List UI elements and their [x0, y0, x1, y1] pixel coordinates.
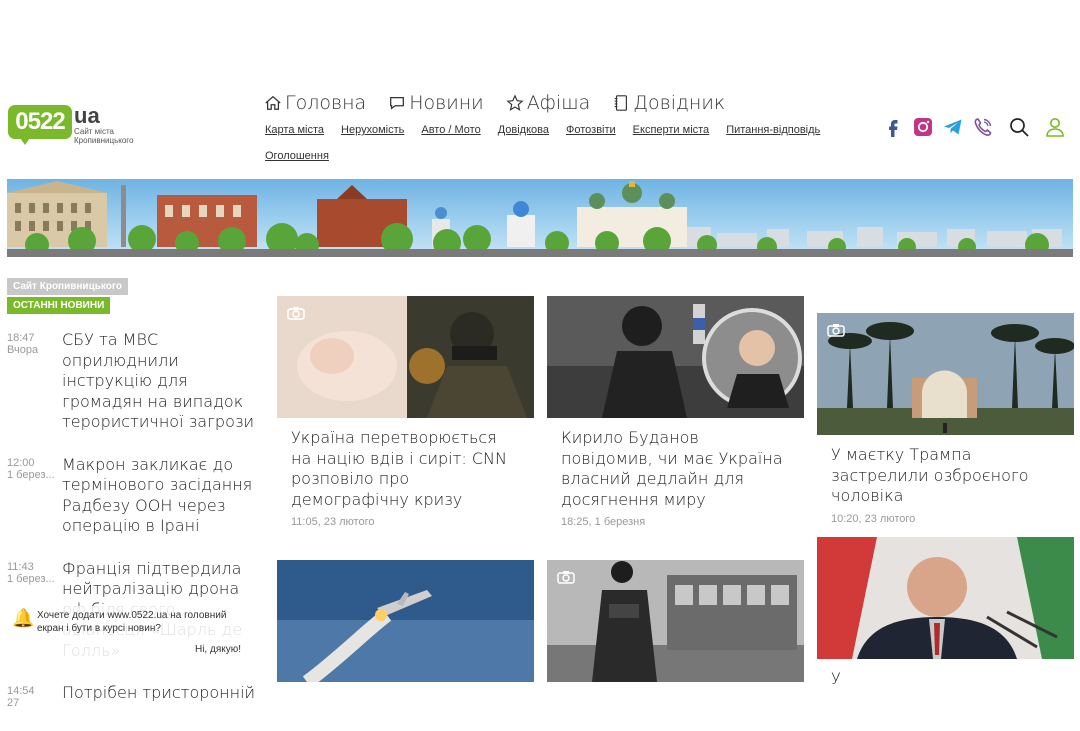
- search-icon[interactable]: [1008, 116, 1030, 138]
- city-skyline-image: [7, 181, 1073, 257]
- logo-tail: [18, 135, 32, 145]
- card-date: [817, 690, 1074, 696]
- card-date: 18:25, 1 березня: [561, 516, 646, 528]
- card-date: [547, 692, 804, 698]
- list-item[interactable]: 14:54 27 Потрібен тристоронній: [7, 683, 262, 709]
- card-title[interactable]: [547, 682, 804, 692]
- city-banner: [7, 179, 1073, 257]
- nav-item-directory[interactable]: Довідник: [612, 92, 725, 114]
- latest-news-tag[interactable]: ОСТАННІ НОВИНИ: [7, 297, 111, 314]
- notification-text: Хочете додати www.0522.ua на головний ек…: [37, 610, 227, 634]
- sub-nav-auto[interactable]: Авто / Мото: [421, 123, 480, 137]
- decline-button[interactable]: Ні, дякую!: [195, 644, 241, 655]
- news-time: 18:47 Вчора: [7, 332, 39, 356]
- sub-nav-photo-reports[interactable]: Фотозвіти: [566, 123, 616, 137]
- card-image[interactable]: [277, 296, 534, 418]
- card-title[interactable]: У маєтку Трампа застрелили озброєного чо…: [817, 435, 1074, 507]
- site-tag[interactable]: Сайт Кропивницького: [7, 278, 128, 295]
- book-icon: [614, 95, 628, 111]
- site-logo[interactable]: 0522 ua Сайт міста Кропивницького: [8, 103, 148, 155]
- sub-nav-realty[interactable]: Нерухомість: [341, 123, 404, 137]
- card-title[interactable]: Україна перетворюється на націю вдів і с…: [277, 418, 534, 510]
- nav-item-news[interactable]: Новини: [388, 92, 484, 114]
- card-title[interactable]: Кирило Буданов повідомив, чи має Україна…: [547, 418, 804, 510]
- camera-icon: [557, 571, 575, 584]
- camera-icon: [827, 324, 845, 337]
- sub-nav: Карта міста Нерухомість Авто / Мото Дові…: [265, 123, 835, 163]
- news-card[interactable]: Кирило Буданов повідомив, чи має Україна…: [547, 296, 804, 528]
- facebook-icon[interactable]: [882, 116, 904, 138]
- news-card[interactable]: [547, 560, 804, 698]
- card-date: [277, 692, 534, 698]
- sub-nav-map[interactable]: Карта міста: [265, 123, 324, 137]
- social-links: [882, 116, 1066, 138]
- news-card[interactable]: У маєтку Трампа застрелили озброєного чо…: [817, 313, 1074, 525]
- news-time: 14:54 27: [7, 685, 35, 709]
- logo-subtitle: Сайт міста Кропивницького: [74, 127, 134, 145]
- bell-icon: 🔔: [12, 608, 35, 628]
- news-title[interactable]: Макрон закликає до термінового засідання…: [62, 455, 262, 537]
- latest-news-sidebar: Сайт Кропивницького ОСТАННІ НОВИНИ 18:47…: [7, 276, 262, 731]
- news-card[interactable]: [277, 560, 534, 698]
- card-date: 10:20, 23 лютого: [831, 512, 916, 525]
- logo-suffix: ua: [74, 103, 100, 128]
- camera-icon: [287, 307, 305, 320]
- nav-label: Головна: [285, 92, 367, 114]
- news-title[interactable]: Потрібен тристоронній: [62, 683, 262, 709]
- card-date: 11:05, 23 лютого: [291, 516, 375, 528]
- news-title[interactable]: СБУ та МВС оприлюднили інструкцію для гр…: [62, 330, 262, 433]
- nav-item-afisha[interactable]: Афіша: [506, 92, 591, 114]
- star-icon: [506, 94, 524, 111]
- main-nav: Головна Новини Афіша Довідник: [264, 92, 725, 114]
- card-image[interactable]: [277, 560, 534, 682]
- logo-bubble: 0522: [8, 105, 72, 139]
- card-image[interactable]: [817, 313, 1074, 435]
- sub-nav-qa[interactable]: Питання-відповідь: [726, 123, 820, 137]
- news-time: 12:00 1 берез...: [7, 456, 55, 481]
- card-image[interactable]: [547, 560, 804, 682]
- list-item[interactable]: 18:47 Вчора СБУ та МВС оприлюднили інстру…: [7, 330, 262, 433]
- user-icon[interactable]: [1044, 116, 1066, 138]
- news-card[interactable]: Україна перетворюється на націю вдів і с…: [277, 296, 534, 528]
- nav-item-home[interactable]: Головна: [264, 92, 366, 114]
- news-card[interactable]: У: [817, 537, 1074, 696]
- site-header: 0522 ua Сайт міста Кропивницького Головн…: [0, 80, 1080, 170]
- sub-nav-classifieds[interactable]: Оголошення: [265, 149, 329, 163]
- card-title[interactable]: У: [817, 659, 1074, 690]
- home-icon: [265, 95, 281, 110]
- chat-icon: [390, 96, 405, 110]
- nav-label: Афіша: [526, 92, 591, 114]
- card-image[interactable]: [817, 537, 1074, 659]
- sub-nav-reference[interactable]: Довідкова: [498, 123, 549, 137]
- viber-icon[interactable]: [972, 116, 994, 138]
- list-item[interactable]: 12:00 1 берез... Макрон закликає до термі…: [7, 455, 262, 537]
- card-title[interactable]: [277, 682, 534, 692]
- card-image[interactable]: [547, 296, 804, 418]
- push-notification-prompt: 🔔 Хочете додати www.0522.ua на головний …: [12, 606, 247, 658]
- nav-label: Новини: [409, 92, 484, 114]
- sub-nav-experts[interactable]: Експерти міста: [633, 123, 710, 137]
- nav-label: Довідник: [633, 92, 726, 114]
- instagram-icon[interactable]: [912, 116, 934, 138]
- telegram-icon[interactable]: [942, 116, 964, 138]
